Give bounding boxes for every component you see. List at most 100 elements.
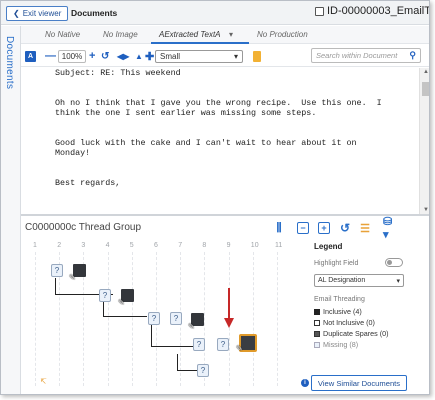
legend-item-label: Duplicate Spares (0) (323, 329, 389, 338)
fit-page-icon[interactable]: ▲ (135, 49, 143, 63)
dropdown-arrow-icon: ▾ (233, 51, 238, 61)
zoom-out-icon[interactable]: — (45, 49, 56, 63)
document-text: Subject: RE: This weekend Oh no I think … (55, 68, 395, 188)
thread-options-icon[interactable]: ↸ (40, 377, 47, 386)
thread-connector (103, 316, 147, 317)
missing-email-node[interactable]: ? (197, 364, 209, 377)
viewer-window: ❮ Exit viewer Documents ID-00000003_Emai… (0, 0, 430, 395)
scroll-down-icon[interactable]: ▼ (423, 207, 429, 213)
tab-image[interactable]: No Image (103, 30, 138, 39)
zoom-in-icon[interactable]: + (89, 49, 95, 63)
edit-pen-icon: ✎ (118, 298, 125, 307)
legend-item-label: Not Inclusive (0) (323, 318, 375, 327)
text-mode-icon[interactable]: A (25, 49, 36, 63)
highlight-icon[interactable] (253, 49, 261, 63)
column-gridline (277, 252, 278, 386)
document-text-pane[interactable]: Subject: RE: This weekend Oh no I think … (21, 68, 429, 214)
column-number: 3 (81, 242, 86, 249)
document-line (55, 158, 395, 168)
document-line (55, 118, 395, 128)
view-similar-documents-button[interactable]: View Similar Documents (311, 375, 407, 391)
expand-icon[interactable]: + (318, 222, 330, 234)
search-icon: ⚲ (409, 49, 416, 60)
highlight-field-select[interactable]: AL Designation ▾ (314, 274, 404, 287)
text-size-icon[interactable]: ✚ (145, 49, 154, 63)
tab-native[interactable]: No Native (45, 30, 80, 39)
missing-email-node[interactable]: ? (193, 338, 205, 351)
column-number: 8 (202, 242, 207, 249)
scroll-up-icon[interactable]: ▲ (423, 69, 429, 75)
dropdown-arrow-icon: ▾ (396, 277, 400, 285)
viewer-header: ❮ Exit viewer Documents ID-00000003_Emai… (1, 1, 430, 25)
search-within-document[interactable]: Search within Document ⚲ (311, 47, 421, 63)
legend-panel: Legend Highlight Field AL Designation ▾ … (311, 236, 409, 386)
text-size-value: Small (160, 51, 181, 61)
legend-title: Legend (314, 242, 343, 251)
document-line (55, 88, 395, 98)
column-gridline (35, 252, 36, 386)
missing-email-node[interactable]: ? (170, 312, 182, 325)
fit-width-icon[interactable]: ◀▶ (117, 49, 129, 63)
viewer-title: Documents (71, 8, 118, 18)
rail-documents-tab[interactable]: Documents (4, 36, 15, 89)
exit-viewer-label: Exit viewer (22, 9, 62, 18)
exit-viewer-button[interactable]: ❮ Exit viewer (6, 6, 69, 21)
document-line (55, 168, 395, 178)
column-number: 1 (33, 242, 37, 249)
highlight-field-label: Highlight Field (314, 260, 359, 267)
document-line: think the one I sent earlier was missing… (55, 108, 317, 118)
list-icon[interactable]: ☰ (359, 222, 371, 235)
thread-connector (103, 302, 104, 316)
scroll-thumb[interactable] (422, 82, 429, 96)
text-size-select[interactable]: Small ▾ (155, 49, 243, 63)
document-select-checkbox[interactable] (315, 6, 324, 16)
chevron-left-icon: ❮ (13, 9, 20, 18)
tab-extracted-text[interactable]: AExtracted TextA (159, 30, 221, 39)
edit-pen-icon: ✎ (188, 322, 195, 331)
tab-production[interactable]: No Production (257, 30, 308, 39)
missing-email-node[interactable]: ? (99, 289, 111, 302)
column-gridline (131, 252, 133, 386)
rotate-icon[interactable]: ↺ (101, 49, 109, 63)
zoom-level-field[interactable]: 100% (58, 49, 86, 63)
document-line (55, 78, 395, 88)
search-placeholder: Search within Document (316, 50, 398, 60)
document-line (55, 128, 395, 138)
highlight-field-value: AL Designation (318, 277, 366, 284)
column-number: 9 (226, 242, 231, 249)
column-gridline (252, 252, 254, 386)
expand-thread-icon[interactable]: ⫼ (273, 222, 285, 234)
refresh-icon[interactable]: ↺ (339, 221, 351, 235)
column-number: 11 (275, 242, 283, 249)
missing-email-node[interactable]: ? (217, 338, 229, 351)
document-scrollbar[interactable]: ▲ ▼ (419, 68, 429, 214)
document-id: ID-00000003_EmailT (315, 5, 430, 17)
thread-connector (151, 346, 197, 347)
document-line: Best regards, (55, 178, 121, 188)
annotation-arrow-icon (224, 288, 234, 328)
document-line: Good luck with the cake and I can't wait… (55, 138, 357, 148)
viewer-tabs: No Native No Image AExtracted TextA ▾ No… (21, 26, 429, 44)
missing-email-node[interactable]: ? (148, 312, 160, 325)
viewer-toolbar: A — 100% + ↺ ◀▶ ▲ ✚ Small ▾ Search withi… (21, 45, 429, 67)
column-number: 10 (250, 242, 259, 249)
document-line: Oh no I think that I gave you the wrong … (55, 98, 382, 108)
missing-swatch (314, 341, 320, 348)
active-tab-indicator (151, 42, 249, 44)
missing-email-node[interactable]: ? (51, 264, 63, 277)
collapse-icon[interactable]: − (297, 222, 309, 234)
left-rail: Documents (1, 26, 21, 394)
column-number: 5 (129, 242, 134, 249)
inclusive-swatch (314, 308, 320, 315)
document-id-label: ID-00000003_EmailT (327, 5, 430, 17)
highlight-field-toggle[interactable] (385, 258, 403, 267)
database-dropdown-icon[interactable]: ⛁▾ (383, 216, 395, 241)
legend-item-inclusive: Inclusive (4) (314, 307, 362, 316)
legend-item-label: Inclusive (4) (323, 307, 362, 316)
chevron-down-icon[interactable]: ▾ (229, 30, 233, 39)
legend-item-duplicate-spares: Duplicate Spares (0) (314, 329, 389, 338)
zoom-level-value: 100% (58, 49, 86, 63)
thread-connector (177, 354, 178, 370)
info-icon[interactable]: i (301, 379, 309, 387)
thread-connector (55, 278, 56, 294)
